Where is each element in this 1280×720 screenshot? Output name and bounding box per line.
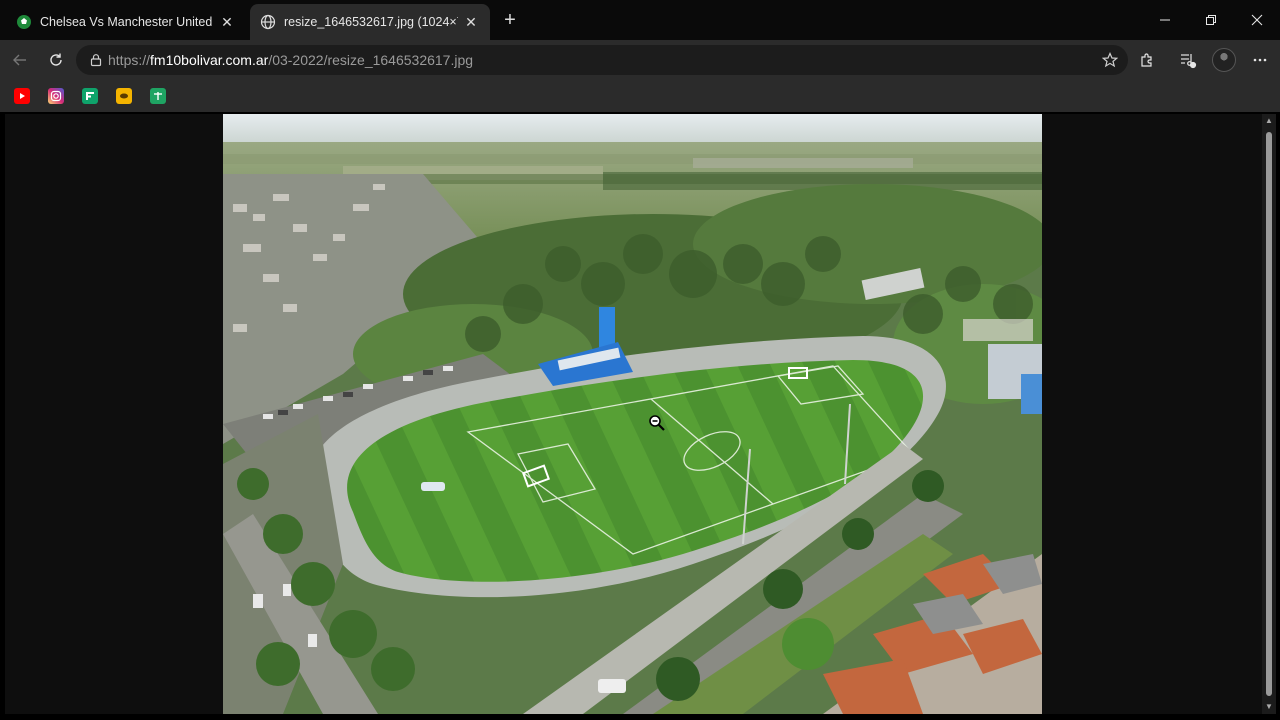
address-bar[interactable]: https://fm10bolivar.com.ar/03-2022/resiz…	[76, 45, 1128, 75]
favorite-star-icon[interactable]	[1100, 50, 1120, 70]
favorites-bar	[0, 80, 1280, 112]
tab-title: Chelsea Vs Manchester United - Re	[40, 15, 214, 29]
globe-icon	[260, 14, 276, 30]
refresh-button[interactable]	[42, 46, 70, 74]
tab-strip: Chelsea Vs Manchester United - Re ✕ resi…	[0, 0, 1280, 40]
profile-avatar[interactable]	[1212, 48, 1236, 72]
close-icon[interactable]: ✕	[218, 13, 236, 31]
navigation-toolbar: https://fm10bolivar.com.ar/03-2022/resiz…	[0, 40, 1280, 80]
sheets-icon[interactable]	[150, 88, 166, 104]
tab-chelsea[interactable]: Chelsea Vs Manchester United - Re ✕	[6, 4, 246, 40]
extensions-icon[interactable]	[1133, 46, 1161, 74]
zoom-out-icon	[648, 414, 666, 432]
tab-title: resize_1646532617.jpg (1024×768)	[284, 15, 458, 29]
more-menu-icon[interactable]	[1246, 46, 1274, 74]
scroll-up-icon[interactable]: ▲	[1265, 116, 1273, 125]
scroll-down-icon[interactable]: ▼	[1265, 702, 1273, 711]
close-icon[interactable]: ✕	[462, 13, 480, 31]
instagram-icon[interactable]	[48, 88, 64, 104]
new-tab-button[interactable]: +	[498, 8, 522, 32]
soccer-ball-icon	[16, 14, 32, 30]
close-window-button[interactable]	[1234, 0, 1280, 40]
minimize-button[interactable]	[1142, 0, 1188, 40]
tab-image[interactable]: resize_1646532617.jpg (1024×768) ✕	[250, 4, 490, 40]
flaticon-icon[interactable]	[82, 88, 98, 104]
vertical-scrollbar[interactable]: ▲ ▼	[1262, 114, 1276, 714]
youtube-icon[interactable]	[14, 88, 30, 104]
media-control-icon[interactable]	[1174, 46, 1202, 74]
url-text: https://fm10bolivar.com.ar/03-2022/resiz…	[108, 52, 474, 68]
ticket-icon[interactable]	[116, 88, 132, 104]
scrollbar-thumb[interactable]	[1266, 132, 1272, 696]
restore-button[interactable]	[1188, 0, 1234, 40]
back-button[interactable]	[6, 46, 34, 74]
page-viewport	[5, 114, 1262, 714]
stadium-photo[interactable]	[223, 114, 1042, 714]
lock-icon[interactable]	[88, 52, 104, 68]
